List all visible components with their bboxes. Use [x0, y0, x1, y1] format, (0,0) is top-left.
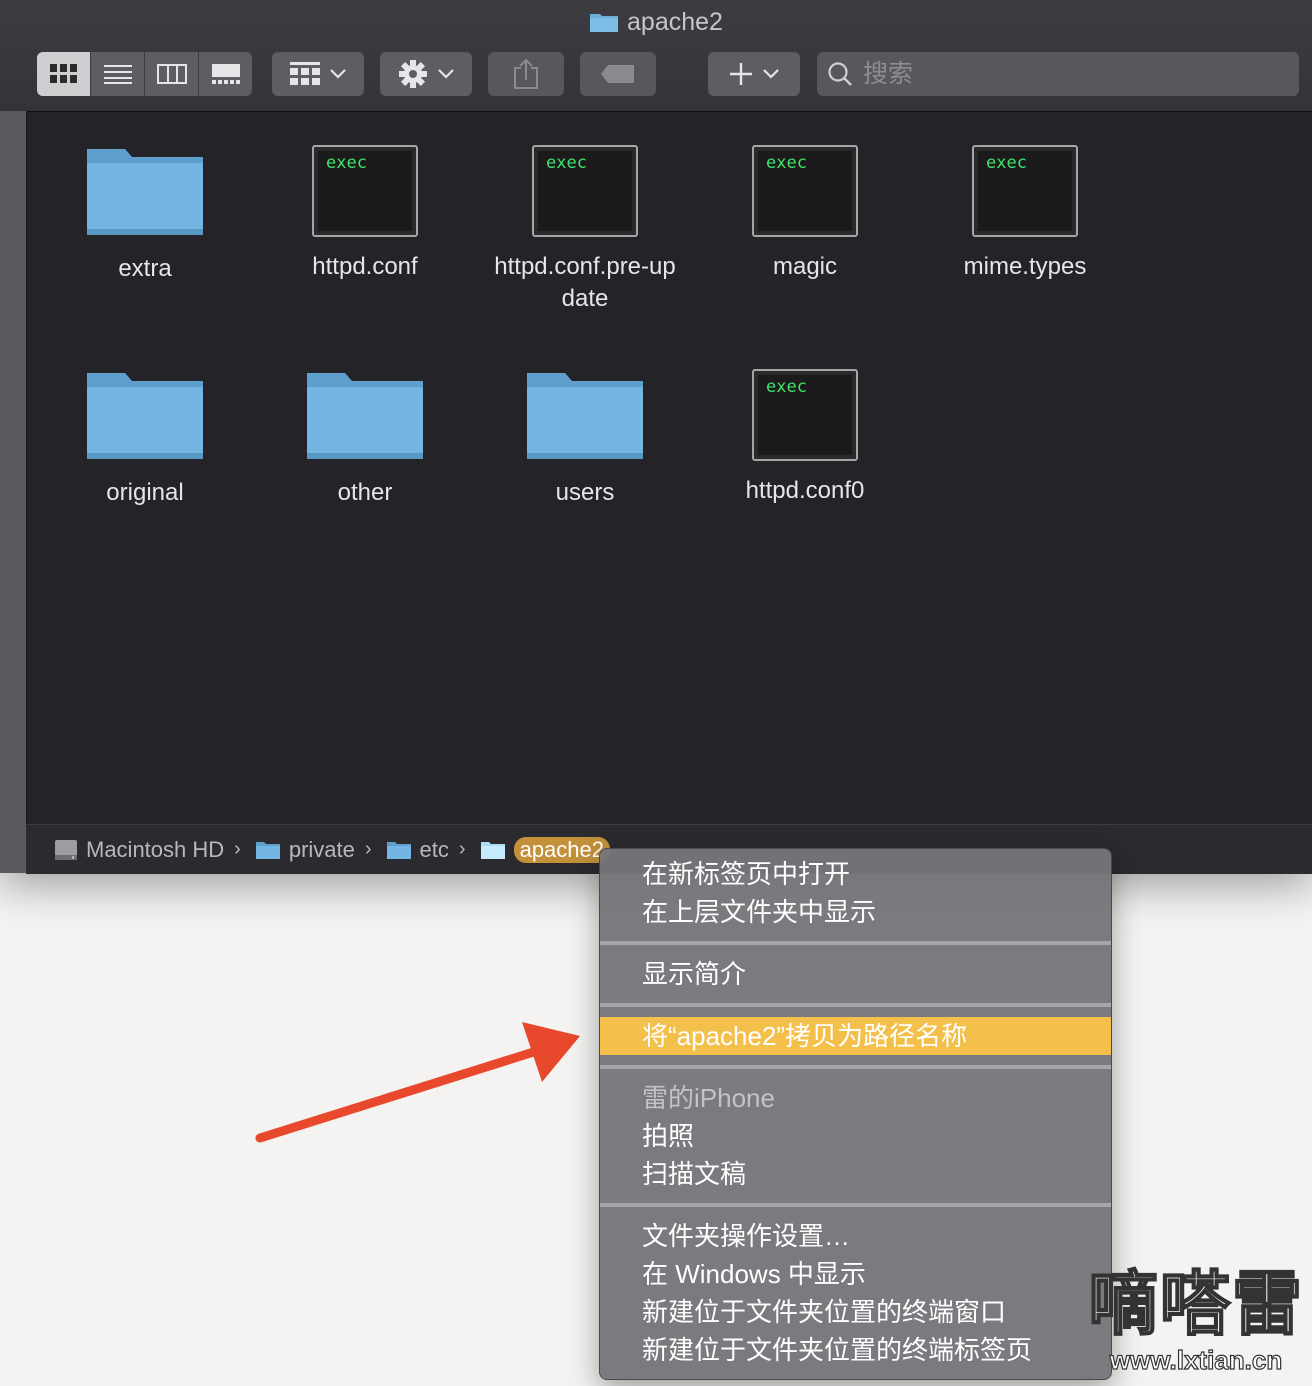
file-name: mime.types	[963, 253, 1087, 280]
menu-item-new-terminal-window[interactable]: 新建位于文件夹位置的终端窗口	[600, 1293, 1111, 1331]
menu-item-show-in-windows[interactable]: 在 Windows 中显示	[600, 1255, 1111, 1293]
folder-icon	[305, 367, 425, 463]
context-menu: 在新标签页中打开 在上层文件夹中显示 显示简介 将“apache2”拷贝为路径名…	[599, 848, 1112, 1380]
action-button[interactable]	[380, 52, 472, 96]
gear-icon	[399, 60, 427, 88]
gallery-view-button[interactable]	[199, 52, 252, 96]
share-button[interactable]	[488, 52, 564, 96]
path-item-apache2[interactable]: apache2	[480, 836, 610, 863]
path-item-private[interactable]: private	[255, 837, 355, 863]
folder-icon	[255, 841, 280, 859]
menu-item-copy-as-pathname[interactable]: 将“apache2”拷贝为路径名称	[600, 1017, 1111, 1055]
file-name: magic	[772, 253, 838, 280]
folder-icon	[589, 11, 619, 40]
grid-icon	[49, 64, 77, 83]
menu-item-scan-documents[interactable]: 扫描文稿	[600, 1155, 1111, 1193]
menu-item-new-terminal-tab[interactable]: 新建位于文件夹位置的终端标签页	[600, 1331, 1111, 1369]
sidebar-edge	[0, 111, 27, 873]
menu-item-take-photo[interactable]: 拍照	[600, 1117, 1111, 1155]
file-item-magic[interactable]: exec magic	[695, 143, 915, 283]
column-view-button[interactable]	[145, 52, 199, 96]
search-field[interactable]	[817, 52, 1299, 96]
menu-separator	[600, 1065, 1111, 1069]
chevron-down-icon	[438, 69, 454, 79]
exec-icon: exec	[972, 145, 1078, 237]
file-name: extra	[118, 255, 172, 282]
exec-icon: exec	[312, 145, 418, 237]
hard-drive-icon	[55, 839, 77, 860]
folder-icon	[85, 367, 205, 463]
gallery-icon	[211, 64, 240, 84]
view-mode-segmented-control	[37, 52, 252, 96]
share-icon	[514, 58, 538, 89]
exec-icon: exec	[532, 145, 638, 237]
menu-item-folder-actions-setup[interactable]: 文件夹操作设置…	[600, 1217, 1111, 1255]
list-icon	[103, 65, 132, 84]
chevron-right-icon: ›	[458, 838, 466, 860]
icon-view-button[interactable]	[37, 52, 91, 96]
menu-item-open-in-new-tab[interactable]: 在新标签页中打开	[600, 855, 1111, 893]
folder-icon	[386, 841, 411, 859]
group-icon	[290, 62, 320, 85]
path-item-macintosh-hd[interactable]: Macintosh HD	[54, 837, 224, 863]
chevron-right-icon: ›	[234, 838, 241, 860]
exec-icon: exec	[752, 369, 858, 461]
watermark-url: www.lxtian.cn	[1109, 1344, 1283, 1375]
file-item-httpd-conf-pre-update[interactable]: exec httpd.conf.pre-update	[475, 143, 695, 315]
tags-button[interactable]	[580, 52, 656, 96]
group-by-button[interactable]	[272, 52, 364, 96]
search-input[interactable]	[861, 58, 1265, 90]
folder-icon	[525, 367, 645, 463]
window-title: apache2	[0, 8, 1312, 40]
columns-icon	[156, 64, 187, 84]
chevron-right-icon: ›	[364, 838, 372, 860]
folder-icon	[85, 143, 205, 239]
file-name: httpd.conf	[312, 253, 418, 280]
menu-section-header-iphone: 雷的iPhone	[642, 1083, 775, 1113]
exec-icon: exec	[752, 145, 858, 237]
file-item-mime-types[interactable]: exec mime.types	[915, 143, 1135, 283]
new-item-button[interactable]	[708, 52, 800, 96]
file-item-original[interactable]: original	[35, 367, 255, 509]
menu-separator	[600, 941, 1111, 945]
menu-separator	[600, 1003, 1111, 1007]
folder-icon	[480, 841, 505, 859]
file-item-httpd-conf0[interactable]: exec httpd.conf0	[695, 367, 915, 507]
watermark-logo-text: 嘀嗒雷	[1087, 1264, 1304, 1344]
finder-window: apache2 搜索 extra exec httpd.conf exec ht…	[0, 0, 1312, 874]
menu-item-show-in-enclosing-folder[interactable]: 在上层文件夹中显示	[600, 893, 1111, 931]
plus-icon	[730, 63, 752, 85]
file-name: users	[555, 479, 615, 506]
path-item-etc[interactable]: etc	[386, 837, 449, 863]
list-view-button[interactable]	[91, 52, 145, 96]
toolbar: apache2	[0, 0, 1312, 112]
chevron-down-icon	[330, 69, 346, 79]
search-icon	[828, 62, 852, 86]
file-name: original	[106, 479, 184, 506]
file-item-httpd-conf[interactable]: exec httpd.conf	[255, 143, 475, 283]
file-item-other[interactable]: other	[255, 367, 475, 509]
annotation-arrow	[255, 1022, 580, 1143]
file-name: httpd.conf0	[745, 477, 865, 504]
menu-item-get-info[interactable]: 显示简介	[600, 955, 1111, 993]
menu-separator	[600, 1203, 1111, 1207]
tag-icon	[601, 65, 634, 83]
file-name: other	[337, 479, 393, 506]
file-item-users[interactable]: users	[475, 367, 695, 509]
file-name: httpd.conf.pre-update	[494, 253, 676, 312]
file-item-extra[interactable]: extra	[35, 143, 255, 285]
chevron-down-icon	[763, 69, 779, 79]
watermark: 嘀嗒雷 www.lxtian.cn	[1086, 1264, 1306, 1376]
